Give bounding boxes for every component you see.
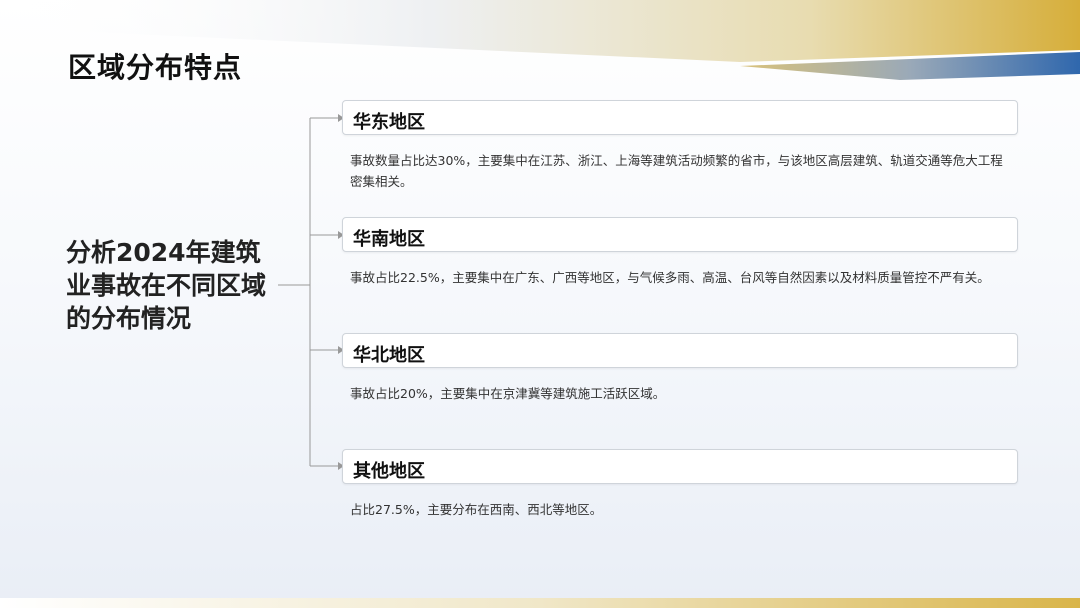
- region-description-east: 事故数量占比达30%，主要集中在江苏、浙江、上海等建筑活动频繁的省市，与该地区高…: [350, 153, 1003, 189]
- region-description-other: 占比27.5%，主要分布在西南、西北等地区。: [350, 502, 603, 517]
- region-title: 华南地区: [353, 229, 425, 250]
- region-title: 其他地区: [353, 461, 425, 482]
- footer-decoration: [0, 598, 1080, 608]
- region-header-south: 华南地区: [342, 217, 1018, 252]
- region-description-south: 事故占比22.5%，主要集中在广东、广西等地区，与气候多雨、高温、台风等自然因素…: [350, 270, 990, 285]
- region-title: 华北地区: [353, 345, 425, 366]
- region-header-other: 其他地区: [342, 449, 1018, 484]
- region-header-east: 华东地区: [342, 100, 1018, 135]
- region-description-north: 事故占比20%，主要集中在京津冀等建筑施工活跃区域。: [350, 386, 666, 401]
- region-header-north: 华北地区: [342, 333, 1018, 368]
- main-topic: 分析2024年建筑业事故在不同区域的分布情况: [66, 238, 267, 333]
- page-title: 区域分布特点: [68, 51, 243, 84]
- region-title: 华东地区: [353, 112, 425, 133]
